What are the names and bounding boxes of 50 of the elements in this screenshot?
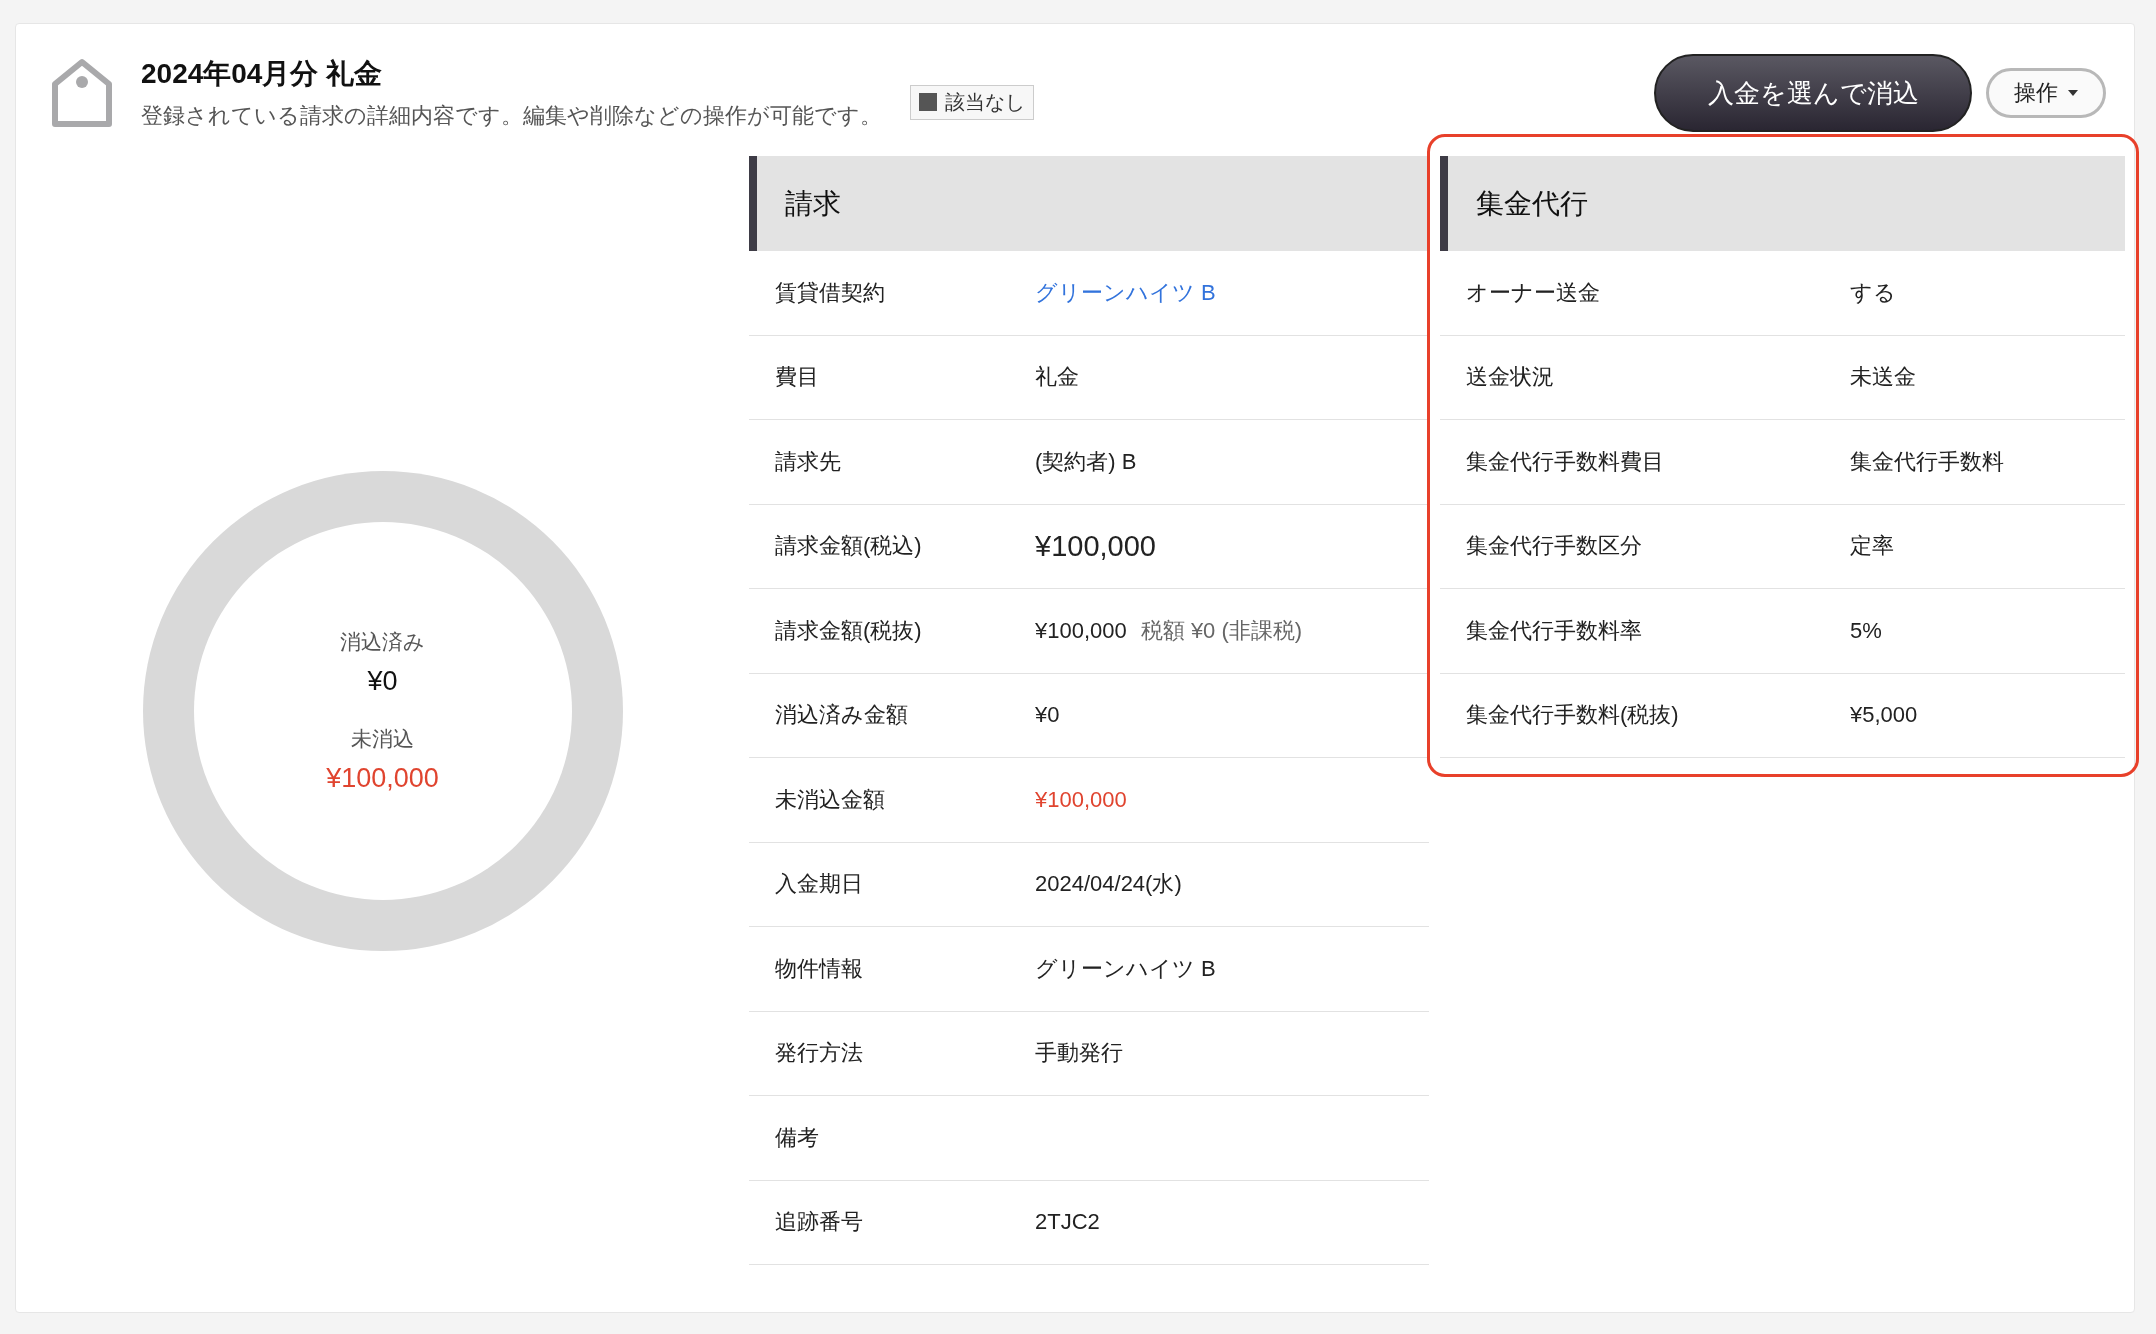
field-value: 2TJC2: [1035, 1209, 1100, 1236]
field-label: 請求金額(税込): [775, 532, 923, 561]
page-title: 2024年04月分 礼金: [141, 57, 384, 91]
unpaid-label: 未消込: [351, 725, 414, 752]
field-value: する: [1850, 278, 1896, 307]
field-value: 集金代行手数料: [1850, 447, 2004, 476]
field-label: オーナー送金: [1466, 278, 1601, 307]
field-label: 賃貸借契約: [775, 278, 886, 307]
tax-note: 税額 ¥0 (非課税): [1140, 616, 1303, 645]
field-label: 請求金額(税抜): [775, 616, 923, 645]
field-value: (契約者) B: [1035, 447, 1137, 476]
unpaid-amount: ¥100,000: [326, 762, 439, 794]
field-label: 追跡番号: [775, 1208, 864, 1237]
field-label: 物件情報: [775, 954, 864, 983]
field-label: 送金状況: [1466, 363, 1555, 392]
field-label: 集金代行手数料率: [1466, 616, 1643, 645]
field-label: 発行方法: [775, 1039, 864, 1068]
section-header: 請求: [749, 156, 1429, 251]
field-value: グリーンハイツ B: [1035, 954, 1216, 983]
field-value: 2024/04/24(水): [1035, 870, 1182, 899]
field-value: 5%: [1850, 617, 1882, 644]
field-label: 費目: [775, 363, 820, 392]
field-value: ¥100,000: [1035, 617, 1127, 644]
field-value: 礼金: [1035, 363, 1079, 392]
reconcile-button[interactable]: 入金を選んで消込: [1654, 54, 1972, 132]
field-value: 未送金: [1850, 363, 1916, 392]
field-label: 集金代行手数区分: [1466, 532, 1643, 561]
caret-icon: [2068, 90, 2078, 96]
field-value: ¥100,000: [1035, 786, 1127, 813]
tag-icon: [51, 58, 113, 128]
field-label: 集金代行手数料費目: [1466, 447, 1665, 476]
section-header: 集金代行: [1440, 156, 2125, 251]
square-icon: [919, 93, 937, 111]
contract-link[interactable]: グリーンハイツ B: [1035, 277, 1216, 308]
page-description: 登録されている請求の詳細内容です。編集や削除などの操作が可能です。: [141, 102, 882, 130]
field-value: 手動発行: [1035, 1039, 1123, 1068]
field-label: 入金期日: [775, 870, 864, 899]
field-label: 集金代行手数料(税抜): [1466, 701, 1680, 730]
field-label: 消込済み金額: [775, 701, 909, 730]
field-label: 備考: [775, 1123, 820, 1152]
paid-amount: ¥0: [367, 665, 398, 697]
paid-label: 消込済み: [340, 628, 425, 655]
status-label: 該当なし: [945, 89, 1025, 115]
field-label: 未消込金額: [775, 785, 886, 814]
field-value: ¥5,000: [1850, 702, 1918, 729]
actions-dropdown[interactable]: 操作: [1986, 68, 2106, 118]
field-value: 定率: [1850, 532, 1894, 561]
field-value: ¥100,000: [1035, 529, 1156, 563]
field-label: 請求先: [775, 447, 842, 476]
field-value: ¥0: [1035, 702, 1060, 729]
